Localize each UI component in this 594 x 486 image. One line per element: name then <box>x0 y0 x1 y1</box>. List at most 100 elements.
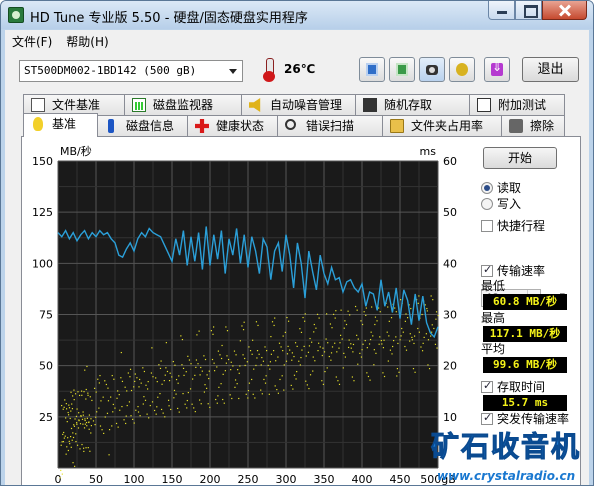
access-time-point <box>366 347 368 349</box>
access-time-point <box>67 414 70 416</box>
access-time-point <box>212 333 214 335</box>
y-tick-right: 20 <box>443 360 457 373</box>
tab-label: 随机存取 <box>384 98 433 112</box>
access-time-point <box>330 352 333 354</box>
tab-folder-usage[interactable]: 文件夹占用率 <box>382 115 502 136</box>
access-time-point <box>114 407 116 409</box>
access-time-point <box>393 339 395 342</box>
access-time-point <box>418 295 420 297</box>
access-time-point <box>84 419 86 422</box>
access-time-point <box>414 371 416 373</box>
access-time-point <box>124 386 126 388</box>
access-time-point <box>181 364 183 366</box>
access-time-point <box>98 407 100 409</box>
access-time-point <box>85 447 87 449</box>
access-time-point <box>433 327 435 330</box>
access-time-point <box>275 360 277 362</box>
tab-error-scan[interactable]: 错误扫描 <box>277 115 383 136</box>
download-icon <box>491 60 503 76</box>
screenshot-button[interactable] <box>419 57 445 82</box>
access-time-point <box>187 355 189 357</box>
menu-file[interactable]: 文件(F) <box>5 33 59 50</box>
tab-disk-monitor[interactable]: 磁盘监视器 <box>124 94 242 115</box>
access-time-point <box>339 334 342 336</box>
access-time-point <box>369 379 371 381</box>
access-time-point <box>227 358 230 361</box>
copy-info-button[interactable] <box>389 57 415 82</box>
write-radio[interactable]: 写入 <box>481 197 591 212</box>
start-button[interactable]: 开始 <box>483 147 557 169</box>
access-time-point <box>430 295 432 297</box>
read-radio[interactable]: 读取 <box>481 181 591 196</box>
x-tick-label: 200 <box>200 473 221 486</box>
y-tick-right: 40 <box>443 257 457 270</box>
access-time-point <box>245 393 247 395</box>
access-time-point <box>164 374 166 376</box>
access-time-point <box>123 419 125 421</box>
menu-help[interactable]: 帮助(H) <box>59 33 115 50</box>
quick-test-checkbox[interactable]: 快捷行程 <box>481 219 591 234</box>
tab-file-benchmark[interactable]: 文件基准 <box>23 94 125 115</box>
access-time-point <box>295 378 297 380</box>
access-time-point <box>70 446 72 448</box>
access-time-point <box>404 345 406 348</box>
access-time-point <box>406 317 409 319</box>
access-time-point <box>127 372 129 374</box>
tab-benchmark[interactable]: 基准 <box>23 113 98 137</box>
access-time-point <box>269 368 271 370</box>
access-time-point <box>325 338 327 340</box>
access-time-point <box>81 394 83 396</box>
access-time-point <box>396 368 399 370</box>
tab-disk-info[interactable]: 磁盘信息 <box>97 115 188 136</box>
drive-select[interactable]: ST500DM002-1BD142 (500 gB) <box>19 60 243 82</box>
burst-rate-label: 突发传输速率 <box>497 412 570 426</box>
tab-aam[interactable]: 自动噪音管理 <box>241 94 356 115</box>
exit-button[interactable]: 退出 <box>522 57 579 82</box>
access-time-point <box>409 340 411 342</box>
access-time-point <box>399 339 401 341</box>
avg-label: 平均 <box>481 342 506 356</box>
transfer-rate-label: 传输速率 <box>497 264 546 278</box>
maximize-button[interactable] <box>515 1 542 20</box>
access-time-value: 15.7 ms <box>483 395 567 411</box>
access-time-point <box>151 347 153 349</box>
access-time-point <box>353 380 355 382</box>
access-time-checkbox[interactable]: 存取时间 <box>481 379 591 395</box>
access-time-point <box>256 350 259 352</box>
access-time-point <box>321 380 323 382</box>
access-time-point <box>373 349 375 351</box>
tab-extra-tests[interactable]: 附加测试 <box>469 94 565 115</box>
x-tick-label: 0 <box>55 473 62 486</box>
access-time-point <box>369 338 372 341</box>
copy-text-button[interactable] <box>359 57 385 82</box>
access-time-point <box>68 440 70 442</box>
access-time-point <box>203 355 205 357</box>
transfer-rate-checkbox[interactable]: 传输速率 <box>481 263 591 279</box>
options-button[interactable] <box>449 57 475 82</box>
access-time-point <box>375 352 377 354</box>
access-time-point <box>277 392 279 394</box>
access-time-point <box>404 320 406 322</box>
access-time-point <box>112 411 114 413</box>
access-time-point <box>172 360 174 363</box>
tab-health[interactable]: 健康状态 <box>187 115 278 136</box>
tab-erase[interactable]: 擦除 <box>501 115 565 136</box>
close-button[interactable] <box>542 1 587 20</box>
access-time-point <box>435 318 437 320</box>
options-icon <box>456 63 468 76</box>
access-time-point <box>93 387 96 389</box>
quick-test-label: 快捷行程 <box>497 219 546 233</box>
access-time-point <box>238 397 240 400</box>
minimize-button[interactable] <box>488 1 515 20</box>
max-label: 最高 <box>481 311 506 325</box>
access-time-point <box>329 323 332 325</box>
tab-row-top: 文件基准 磁盘监视器 自动噪音管理 随机存取 附加测试 <box>23 94 565 115</box>
access-time-point <box>293 374 296 376</box>
save-button[interactable] <box>484 57 510 82</box>
tab-random-access[interactable]: 随机存取 <box>355 94 470 115</box>
access-time-point <box>321 354 323 357</box>
access-time-point <box>313 323 315 326</box>
access-time-point <box>104 380 106 382</box>
access-time-point <box>105 383 107 386</box>
title-bar[interactable]: HD Tune 专业版 5.50 - 硬盘/固态硬盘实用程序 <box>1 1 593 29</box>
